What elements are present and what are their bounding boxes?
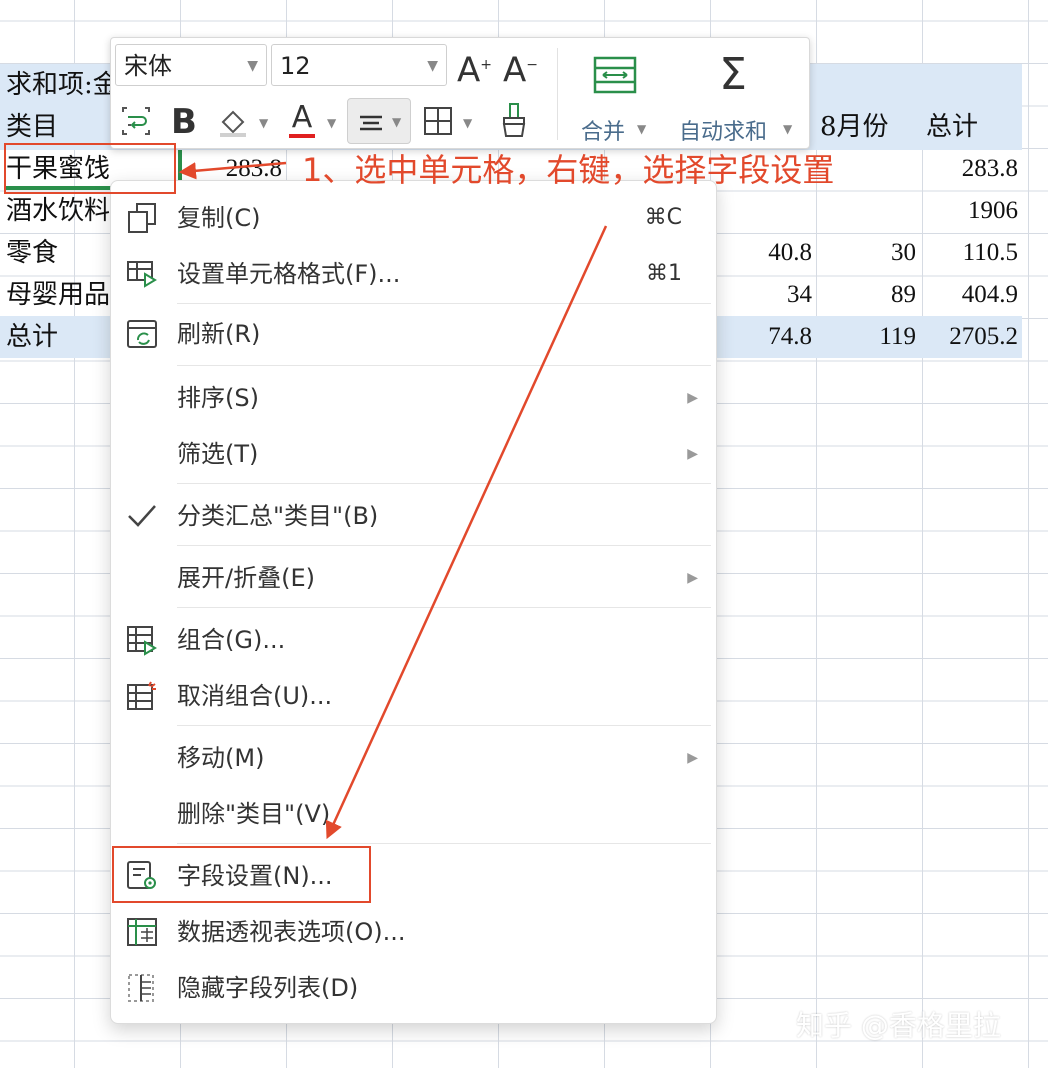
font-name-value: 宋体 bbox=[124, 52, 172, 80]
menu-item-label: 隐藏字段列表(D) bbox=[177, 974, 359, 1002]
column-header-aug[interactable]: 8月份 bbox=[820, 106, 889, 148]
menu-divider bbox=[177, 725, 711, 726]
decrease-font-size-icon[interactable]: A− bbox=[503, 46, 538, 89]
menu-item-delete[interactable]: 删除"类目"(V) bbox=[111, 787, 716, 841]
field-settings-highlight-box bbox=[112, 846, 371, 903]
format-painter-icon[interactable] bbox=[497, 102, 531, 140]
menu-item-subtotal[interactable]: 分类汇总"类目"(B) bbox=[111, 489, 716, 543]
menu-divider bbox=[177, 303, 711, 304]
value-cell[interactable]: 34 bbox=[716, 274, 812, 316]
menu-item-label: 移动(M) bbox=[177, 744, 265, 772]
chevron-down-icon[interactable]: ▼ bbox=[327, 116, 336, 130]
menu-divider bbox=[177, 545, 711, 546]
menu-shortcut: ⌘C bbox=[644, 205, 682, 230]
menu-item-label: 刷新(R) bbox=[177, 320, 261, 348]
pivot-options-icon bbox=[127, 918, 157, 946]
menu-divider bbox=[177, 607, 711, 608]
menu-item-format-cells[interactable]: 设置单元格格式(F)... ⌘1 bbox=[111, 247, 716, 301]
align-button[interactable]: ▼ bbox=[347, 98, 411, 144]
autosum-label[interactable]: 自动求和 bbox=[679, 114, 767, 146]
fill-color-icon[interactable] bbox=[215, 104, 251, 140]
increase-font-size-icon[interactable]: A+ bbox=[457, 46, 492, 89]
merge-icon[interactable] bbox=[591, 52, 639, 100]
value-cell[interactable]: 40.8 bbox=[716, 232, 812, 274]
menu-divider bbox=[177, 483, 711, 484]
bold-icon[interactable]: B bbox=[167, 102, 201, 142]
menu-item-label: 复制(C) bbox=[177, 204, 261, 232]
value-cell[interactable]: 74.8 bbox=[716, 316, 812, 358]
menu-item-refresh[interactable]: 刷新(R) bbox=[111, 307, 716, 361]
grand-total-cell[interactable]: 2705.2 bbox=[920, 316, 1018, 358]
chevron-down-icon: ▼ bbox=[247, 58, 258, 74]
menu-item-label: 设置单元格格式(F)... bbox=[177, 260, 401, 288]
row-label-cell[interactable]: 酒水饮料 bbox=[6, 190, 110, 232]
menu-item-pivot-options[interactable]: 数据透视表选项(O)... bbox=[111, 905, 716, 959]
value-cell[interactable]: 119 bbox=[816, 316, 916, 358]
wrap-text-icon[interactable] bbox=[119, 104, 153, 138]
total-cell[interactable]: 283.8 bbox=[920, 148, 1018, 190]
font-size-value: 12 bbox=[280, 52, 311, 80]
group-icon bbox=[127, 626, 157, 656]
menu-item-label: 分类汇总"类目"(B) bbox=[177, 502, 379, 530]
menu-item-label: 删除"类目"(V) bbox=[177, 800, 331, 828]
menu-item-label: 筛选(T) bbox=[177, 440, 259, 468]
menu-item-filter[interactable]: 筛选(T) ▶ bbox=[111, 427, 716, 481]
chevron-down-icon[interactable]: ▼ bbox=[783, 122, 792, 136]
selected-cell-highlight-box bbox=[4, 143, 176, 194]
total-cell[interactable]: 1906 bbox=[920, 190, 1018, 232]
borders-icon[interactable] bbox=[421, 104, 455, 138]
menu-item-hide-field-list[interactable]: 隐藏字段列表(D) bbox=[111, 961, 716, 1015]
chevron-down-icon[interactable]: ▼ bbox=[637, 122, 646, 136]
autosum-icon[interactable]: Σ bbox=[709, 50, 757, 100]
grand-total-label[interactable]: 总计 bbox=[6, 316, 58, 358]
menu-item-label: 排序(S) bbox=[177, 384, 259, 412]
font-size-select[interactable]: 12 ▼ bbox=[271, 44, 447, 86]
pivot-row-label-header[interactable]: 类目 bbox=[6, 106, 58, 148]
toolbar-divider bbox=[557, 48, 558, 140]
menu-item-label: 展开/折叠(E) bbox=[177, 564, 315, 592]
pivot-value-header[interactable]: 求和项:金 bbox=[6, 64, 119, 106]
menu-item-group[interactable]: 组合(G)... bbox=[111, 613, 716, 667]
menu-item-label: 数据透视表选项(O)... bbox=[177, 918, 406, 946]
submenu-arrow-icon: ▶ bbox=[687, 750, 698, 766]
refresh-icon bbox=[127, 320, 157, 348]
menu-item-move[interactable]: 移动(M) ▶ bbox=[111, 731, 716, 785]
total-cell[interactable]: 404.9 bbox=[920, 274, 1018, 316]
check-icon bbox=[128, 505, 156, 527]
menu-item-expand-collapse[interactable]: 展开/折叠(E) ▶ bbox=[111, 551, 716, 605]
row-label-cell[interactable]: 零食 bbox=[6, 232, 58, 274]
row-label-cell[interactable]: 母婴用品 bbox=[6, 274, 110, 316]
menu-item-label: 组合(G)... bbox=[177, 626, 286, 654]
font-name-select[interactable]: 宋体 ▼ bbox=[115, 44, 267, 86]
menu-item-sort[interactable]: 排序(S) ▶ bbox=[111, 371, 716, 425]
column-header-total[interactable]: 总计 bbox=[926, 106, 978, 148]
ungroup-icon bbox=[127, 681, 156, 710]
submenu-arrow-icon: ▶ bbox=[687, 570, 698, 586]
align-center-icon bbox=[360, 115, 382, 131]
format-cells-icon bbox=[127, 261, 157, 288]
chevron-down-icon[interactable]: ▼ bbox=[463, 116, 472, 130]
menu-item-ungroup[interactable]: 取消组合(U)... bbox=[111, 669, 716, 723]
submenu-arrow-icon: ▶ bbox=[687, 446, 698, 462]
font-color-icon[interactable]: A bbox=[285, 100, 319, 140]
menu-divider bbox=[177, 365, 711, 366]
menu-item-copy[interactable]: 复制(C) ⌘C bbox=[111, 191, 716, 245]
merge-label[interactable]: 合并 bbox=[581, 114, 625, 146]
hide-field-list-icon bbox=[128, 974, 154, 1002]
value-cell[interactable]: 30 bbox=[816, 232, 916, 274]
menu-divider bbox=[177, 843, 711, 844]
annotation-text: 1、选中单元格，右键，选择字段设置 bbox=[302, 151, 835, 189]
copy-icon bbox=[128, 203, 156, 233]
total-cell[interactable]: 110.5 bbox=[920, 232, 1018, 274]
mini-toolbar: 宋体 ▼ 12 ▼ A+ A− B ▼ A ▼ ▼ ▼ 合并 ▼ Σ 自动求和 … bbox=[110, 37, 810, 149]
submenu-arrow-icon: ▶ bbox=[687, 390, 698, 406]
value-cell[interactable]: 89 bbox=[816, 274, 916, 316]
chevron-down-icon: ▼ bbox=[427, 58, 438, 74]
menu-item-label: 取消组合(U)... bbox=[177, 682, 333, 710]
chevron-down-icon: ▼ bbox=[392, 115, 402, 129]
watermark: 知乎 @香格里拉 bbox=[796, 1009, 1001, 1042]
chevron-down-icon[interactable]: ▼ bbox=[259, 116, 268, 130]
menu-shortcut: ⌘1 bbox=[646, 261, 682, 286]
